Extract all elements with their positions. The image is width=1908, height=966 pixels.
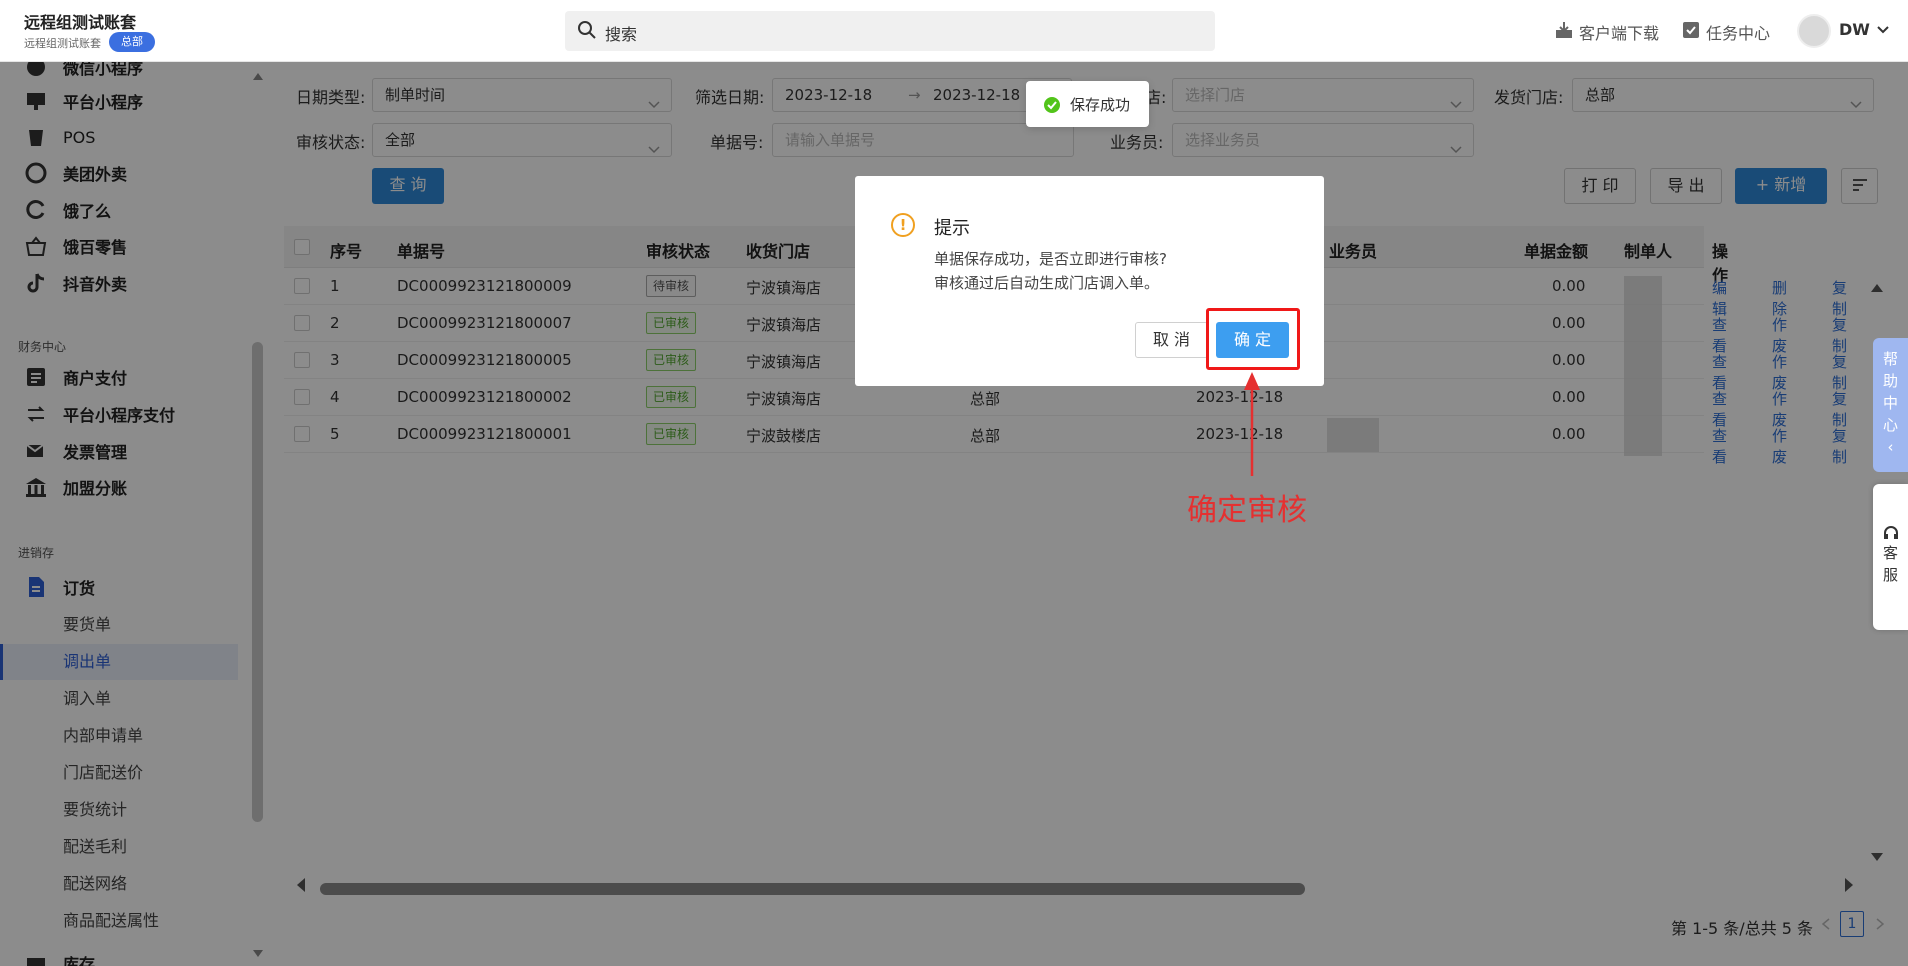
toast-message: 保存成功 bbox=[1070, 96, 1131, 114]
user-name: DW bbox=[1839, 20, 1870, 39]
success-toast: 保存成功 bbox=[1026, 81, 1149, 127]
help-char: 中 bbox=[1882, 394, 1898, 412]
service-char: 客 bbox=[1882, 544, 1898, 562]
check-circle-icon bbox=[1044, 97, 1060, 113]
annotation-label: 确定审核 bbox=[1187, 493, 1307, 528]
annotation-arrow bbox=[1244, 372, 1260, 476]
dialog-message-line1: 单据保存成功，是否立即进行审核? bbox=[934, 250, 1167, 268]
collapse-chevron-icon: ‹ bbox=[1887, 438, 1894, 456]
download-link[interactable]: 客户端下载 bbox=[1555, 20, 1659, 44]
help-char: 助 bbox=[1882, 372, 1898, 390]
avatar[interactable] bbox=[1797, 14, 1831, 48]
task-label: 任务中心 bbox=[1706, 24, 1771, 43]
help-center-tab[interactable]: 帮 助 中 心 ‹ bbox=[1873, 338, 1908, 472]
download-icon bbox=[1555, 21, 1573, 43]
help-char: 心 bbox=[1882, 416, 1898, 434]
task-icon bbox=[1682, 21, 1700, 43]
customer-service-tab[interactable]: 客 服 bbox=[1873, 484, 1908, 630]
headset-icon bbox=[1884, 526, 1898, 539]
warning-icon: ! bbox=[891, 213, 915, 237]
chevron-down-icon bbox=[1876, 20, 1890, 39]
search-input[interactable]: 搜索 bbox=[565, 11, 1215, 51]
search-placeholder: 搜索 bbox=[605, 25, 638, 44]
service-char: 服 bbox=[1882, 566, 1898, 584]
dialog-title: 提示 bbox=[934, 218, 970, 239]
cancel-button[interactable]: 取 消 bbox=[1135, 322, 1208, 358]
top-bar: 远程组测试账套 远程组测试账套 总部 搜索 客户端下载 任务中心 DW bbox=[0, 0, 1908, 62]
dialog-message-line2: 审核通过后自动生成门店调入单。 bbox=[934, 274, 1160, 292]
download-label: 客户端下载 bbox=[1579, 24, 1660, 43]
user-menu[interactable]: DW bbox=[1839, 20, 1890, 39]
help-char: 帮 bbox=[1882, 350, 1898, 368]
brand-badge[interactable]: 总部 bbox=[109, 32, 155, 52]
search-icon bbox=[577, 20, 597, 44]
brand-subtitle: 远程组测试账套 bbox=[24, 37, 101, 50]
brand-title: 远程组测试账套 bbox=[24, 13, 137, 32]
highlight-box bbox=[1206, 308, 1300, 370]
task-center-link[interactable]: 任务中心 bbox=[1682, 20, 1770, 44]
